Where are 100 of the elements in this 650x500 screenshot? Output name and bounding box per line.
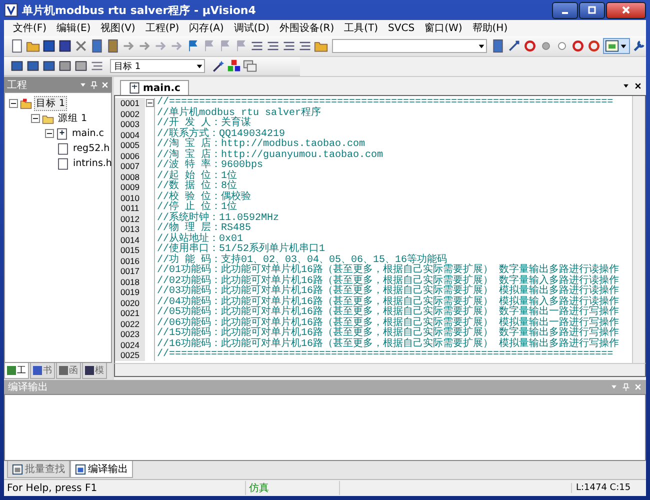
tab-icon <box>12 464 23 474</box>
file-icon <box>57 142 69 154</box>
menu-item[interactable]: 窗口(W) <box>420 21 468 35</box>
window-layout-button[interactable] <box>603 38 630 54</box>
tab-icon <box>59 366 68 375</box>
flag-icon[interactable] <box>186 39 200 53</box>
collapse-icon[interactable] <box>45 129 54 138</box>
tree-item[interactable]: 目标 1 <box>34 96 68 111</box>
line-number: 0014 <box>115 234 145 245</box>
pin-icon[interactable] <box>90 80 98 88</box>
minimize-icon <box>562 12 568 14</box>
code-line: //01功能码：此功能可对单片机16路（甚至更多，根据自己实际需要扩展） 数字量输出多路进行读操作 <box>156 266 620 276</box>
tree-item[interactable]: 源组 1 <box>56 111 90 126</box>
caret-icon <box>619 42 628 50</box>
breakpoint-icon[interactable] <box>555 39 569 53</box>
cut-icon[interactable] <box>74 39 88 53</box>
panel-tab[interactable]: 函 <box>56 363 81 379</box>
line-number: 0004 <box>115 130 145 140</box>
file-icon <box>57 158 69 170</box>
collapse-icon[interactable] <box>9 99 18 108</box>
menu-item[interactable]: 外围设备(R) <box>274 21 340 35</box>
panel-tab[interactable]: 批量查找 <box>7 461 70 478</box>
code-line: //淘 宝 店：http://modbus.taobao.com <box>156 140 366 150</box>
folder-icon <box>20 98 32 110</box>
line-number: 0020 <box>115 298 145 308</box>
line-number: 0025 <box>115 350 145 360</box>
status-text: For Help, press F1 <box>6 482 98 494</box>
panel-tab[interactable]: 模 <box>82 363 107 379</box>
code-line: //========================================================================== <box>156 350 614 360</box>
maximize-button[interactable] <box>579 2 605 18</box>
code-line: //校 验 位：偶校验 <box>156 192 252 202</box>
tab-icon <box>33 366 42 375</box>
line-number: 0006 <box>115 150 145 161</box>
line-number: 0024 <box>115 340 145 350</box>
colored-blocks-icon[interactable] <box>227 59 241 73</box>
line-number: 0021 <box>115 308 145 318</box>
panel-tab[interactable]: 编译输出 <box>70 461 133 478</box>
wrench-icon[interactable] <box>632 39 646 53</box>
file-tab[interactable]: main.c <box>120 80 190 95</box>
tree-item[interactable]: main.c <box>70 127 106 140</box>
app-icon <box>4 3 18 17</box>
open-folder-icon[interactable] <box>26 39 40 53</box>
menu-item[interactable]: 工具(T) <box>339 21 384 35</box>
panel-title: 工程 <box>7 78 28 92</box>
minimize-button[interactable] <box>552 2 578 18</box>
line-number: 0022 <box>115 318 145 329</box>
target-select[interactable]: 目标 1 <box>110 59 205 73</box>
menu-item[interactable]: 视图(V) <box>96 21 140 35</box>
menu-item[interactable]: 编辑(E) <box>52 21 96 35</box>
menu-item[interactable]: 工程(P) <box>140 21 184 35</box>
tab-icon <box>7 366 16 375</box>
tree-item[interactable]: intrins.h <box>71 157 114 170</box>
menu-item[interactable]: 文件(F) <box>8 21 52 35</box>
line-number: 0011 <box>115 203 145 214</box>
breakpoint-icon[interactable] <box>539 39 553 53</box>
collapse-icon[interactable] <box>31 114 40 123</box>
caret-icon[interactable] <box>622 82 630 90</box>
close-button[interactable] <box>606 2 646 18</box>
line-number: 0015 <box>115 245 145 256</box>
code-line: //起 始 位：1位 <box>156 172 238 182</box>
close-icon[interactable] <box>634 82 642 90</box>
menu-item[interactable]: 调试(D) <box>228 21 274 35</box>
line-number: 0005 <box>115 140 145 150</box>
line-number: 0003 <box>115 119 145 130</box>
status-mode: 仿真 <box>245 481 339 495</box>
window-title: 单片机modbus rtu salver程序 - µVision4 <box>22 2 257 18</box>
magic-wand-icon[interactable] <box>211 59 225 73</box>
panel-tab[interactable]: 工 <box>4 363 29 379</box>
vertical-scrollbar[interactable] <box>632 96 645 363</box>
close-icon <box>621 5 631 15</box>
line-number: 0012 <box>115 214 145 224</box>
menu-item[interactable]: 帮助(H) <box>467 21 513 35</box>
find-folder-icon[interactable] <box>314 39 328 53</box>
code-line: //数 据 位：8位 <box>156 182 238 192</box>
code-line: //16功能码：此功能可对单片机16路（甚至更多，根据自己实际需要扩展） 模拟量输出多路进行写操作 <box>156 340 620 350</box>
code-line: //使用串口：51/52系列单片机串口1 <box>156 245 326 255</box>
line-number: 0008 <box>115 172 145 182</box>
tab-icon <box>85 366 94 375</box>
tab-icon <box>75 464 86 474</box>
caret-icon <box>477 42 486 50</box>
line-number: 0010 <box>115 192 145 203</box>
code-line: //========================================================================== <box>156 98 614 108</box>
code-line: //物 理 层：RS485 <box>156 224 252 234</box>
cursor-position: L:1474 C:15 <box>571 483 646 493</box>
menu-item[interactable]: SVCS <box>383 22 420 34</box>
new-file-icon[interactable] <box>10 39 24 53</box>
line-number: 0002 <box>115 108 145 119</box>
caret-icon <box>195 62 204 70</box>
windows-icon[interactable] <box>243 59 257 73</box>
panel-tab[interactable]: 书 <box>30 363 55 379</box>
source-file-icon <box>56 128 68 140</box>
tree-item[interactable]: reg52.h <box>71 142 112 155</box>
window-icon <box>605 39 619 53</box>
code-line: //05功能码：此功能可对单片机16路（甚至更多，根据自己实际需要扩展） 数字量输出一路进行写操作 <box>156 308 620 318</box>
horizontal-scrollbar[interactable] <box>114 363 646 377</box>
code-line: //波 特 率：9600bps <box>156 161 264 171</box>
line-number: 0007 <box>115 161 145 172</box>
line-number: 0019 <box>115 287 145 298</box>
menu-item[interactable]: 闪存(A) <box>184 21 229 35</box>
line-number: 0001 <box>115 98 145 108</box>
